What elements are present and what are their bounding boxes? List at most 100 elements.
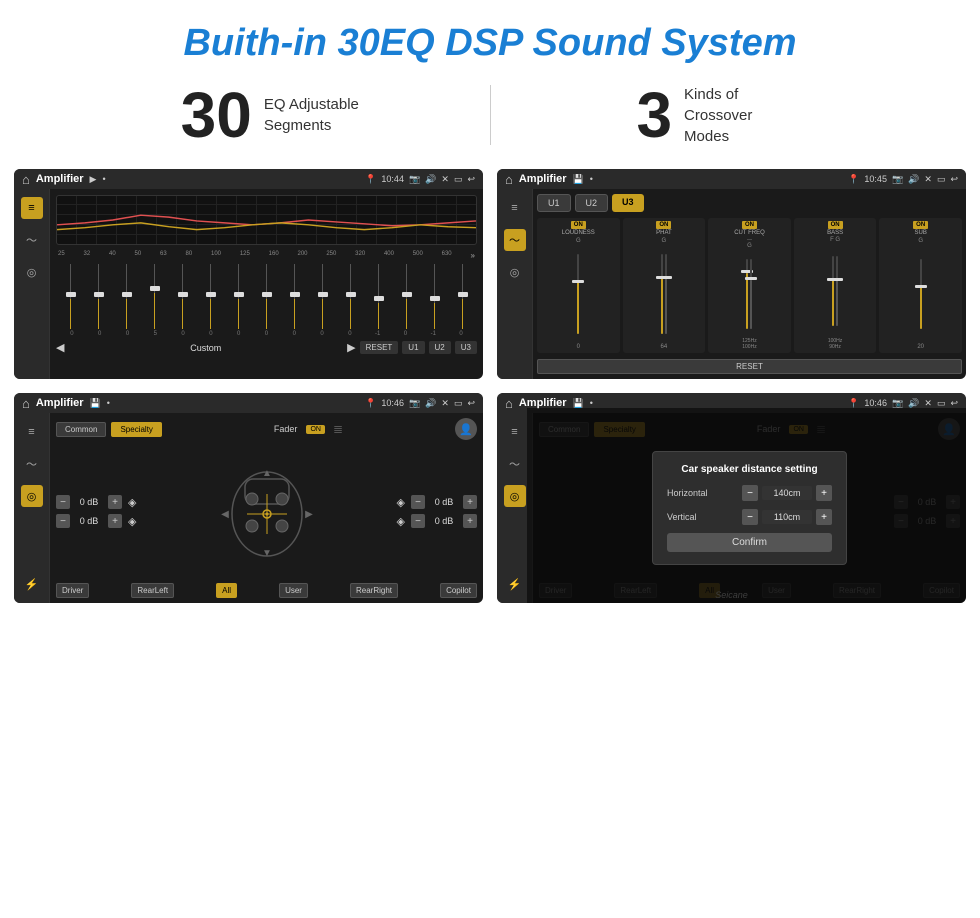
fr-minus[interactable]: − xyxy=(411,495,425,509)
close-icon-1[interactable]: ✕ xyxy=(441,174,449,185)
rl-db-value: 0 dB xyxy=(73,516,105,526)
eq-side-icon-2[interactable]: ≡ xyxy=(504,197,526,219)
camera-icon-3: 📷 xyxy=(409,398,420,409)
eq-slider-4[interactable] xyxy=(170,264,195,329)
wave-side-icon[interactable]: 〜 xyxy=(21,229,43,251)
wave-side-icon-3[interactable]: 〜 xyxy=(21,453,43,475)
bt-side-icon-3[interactable]: ⚡ xyxy=(21,573,43,595)
user-btn[interactable]: User xyxy=(279,583,308,598)
home-icon-1[interactable]: ⌂ xyxy=(22,172,30,187)
eq-slider-8[interactable] xyxy=(282,264,307,329)
rl-plus[interactable]: + xyxy=(108,514,122,528)
vertical-plus[interactable]: + xyxy=(816,509,832,525)
wave-side-icon-4[interactable]: 〜 xyxy=(504,453,526,475)
speaker-side-icon[interactable]: ◎ xyxy=(21,261,43,283)
u2-preset-btn[interactable]: U2 xyxy=(575,194,609,212)
close-icon-2[interactable]: ✕ xyxy=(924,174,932,185)
fl-minus[interactable]: − xyxy=(56,495,70,509)
driver-btn[interactable]: Driver xyxy=(56,583,89,598)
eq-mode-label: Custom xyxy=(68,343,343,353)
u1-btn[interactable]: U1 xyxy=(402,341,424,354)
crossover-reset-btn[interactable]: RESET xyxy=(537,359,962,374)
eq-slider-5[interactable] xyxy=(198,264,223,329)
screen-eq: ⌂ Amplifier ▶ • 📍 10:44 📷 🔊 ✕ ▭ ↩ ≡ 〜 ◎ xyxy=(14,169,483,379)
vertical-minus[interactable]: − xyxy=(742,509,758,525)
eq-slider-9[interactable] xyxy=(310,264,335,329)
back-icon-1[interactable]: ↩ xyxy=(467,174,475,185)
eq-slider-0[interactable] xyxy=(58,264,83,329)
home-icon-2[interactable]: ⌂ xyxy=(505,172,513,187)
eq-slider-7[interactable] xyxy=(254,264,279,329)
window-icon-1[interactable]: ▭ xyxy=(454,174,463,185)
window-icon-4[interactable]: ▭ xyxy=(937,398,946,409)
eq-next-btn[interactable]: ▶ xyxy=(347,341,355,354)
eq-slider-3[interactable] xyxy=(142,264,167,329)
eq-slider-1[interactable] xyxy=(86,264,111,329)
eq-side-icon-3[interactable]: ≡ xyxy=(21,421,43,443)
u3-preset-btn[interactable]: U3 xyxy=(612,194,644,212)
back-icon-4[interactable]: ↩ xyxy=(950,398,958,409)
eq-side-icon-4[interactable]: ≡ xyxy=(504,421,526,443)
rr-speaker-icon: ◈ xyxy=(397,515,405,528)
rear-left-btn[interactable]: RearLeft xyxy=(131,583,174,598)
wave-side-icon-2[interactable]: 〜 xyxy=(504,229,526,251)
back-icon-2[interactable]: ↩ xyxy=(950,174,958,185)
fr-db-value: 0 dB xyxy=(428,497,460,507)
eq-slider-12[interactable] xyxy=(394,264,419,329)
common-btn[interactable]: Common xyxy=(56,422,106,437)
eq-slider-10[interactable] xyxy=(338,264,363,329)
horizontal-row: Horizontal − 140cm + xyxy=(667,485,832,501)
volume-icon-3: 🔊 xyxy=(425,398,436,409)
copilot-btn[interactable]: Copilot xyxy=(440,583,477,598)
fl-plus[interactable]: + xyxy=(108,495,122,509)
u3-btn[interactable]: U3 xyxy=(455,341,477,354)
screen-distance: ⌂ Amplifier 💾 • 📍 10:46 📷 🔊 ✕ ▭ ↩ ≡ 〜 ◎ … xyxy=(497,393,966,603)
speaker-side-icon-3[interactable]: ◎ xyxy=(21,485,43,507)
screens-grid: ⌂ Amplifier ▶ • 📍 10:44 📷 🔊 ✕ ▭ ↩ ≡ 〜 ◎ xyxy=(0,169,980,603)
status-bar-3: ⌂ Amplifier 💾 • 📍 10:46 📷 🔊 ✕ ▭ ↩ xyxy=(14,393,483,413)
u1-preset-btn[interactable]: U1 xyxy=(537,194,571,212)
car-diagram: ▲ ▼ ◀ ▶ xyxy=(145,445,387,578)
svg-text:▼: ▼ xyxy=(262,548,272,559)
rr-minus[interactable]: − xyxy=(411,514,425,528)
side-panel-1: ≡ 〜 ◎ xyxy=(14,189,50,379)
eq-side-icon[interactable]: ≡ xyxy=(21,197,43,219)
window-icon-2[interactable]: ▭ xyxy=(937,174,946,185)
back-icon-3[interactable]: ↩ xyxy=(467,398,475,409)
ch-cutfreq: ON CUT FREQ — G xyxy=(708,218,791,353)
rear-right-btn[interactable]: RearRight xyxy=(350,583,398,598)
eq-slider-13[interactable] xyxy=(422,264,447,329)
save-icon-4: 💾 xyxy=(573,398,584,409)
eq-slider-11[interactable] xyxy=(366,264,391,329)
ch-phat: ON PHAT G xyxy=(623,218,706,353)
horizontal-minus[interactable]: − xyxy=(742,485,758,501)
eq-slider-2[interactable] xyxy=(114,264,139,329)
dot-icon-3: • xyxy=(107,398,110,408)
reset-btn[interactable]: RESET xyxy=(360,341,399,354)
window-icon-3[interactable]: ▭ xyxy=(454,398,463,409)
speaker-side-icon-2[interactable]: ◎ xyxy=(504,261,526,283)
eq-slider-6[interactable] xyxy=(226,264,251,329)
confirm-button[interactable]: Confirm xyxy=(667,533,832,552)
stats-row: 30 EQ Adjustable Segments 3 Kinds of Cro… xyxy=(0,83,980,147)
rl-minus[interactable]: − xyxy=(56,514,70,528)
status-bar-1: ⌂ Amplifier ▶ • 📍 10:44 📷 🔊 ✕ ▭ ↩ xyxy=(14,169,483,189)
all-btn[interactable]: All xyxy=(216,583,237,598)
fr-plus[interactable]: + xyxy=(463,495,477,509)
home-icon-4[interactable]: ⌂ xyxy=(505,396,513,411)
home-icon-3[interactable]: ⌂ xyxy=(22,396,30,411)
u2-btn[interactable]: U2 xyxy=(429,341,451,354)
rr-plus[interactable]: + xyxy=(463,514,477,528)
speaker-side-icon-4[interactable]: ◎ xyxy=(504,485,526,507)
close-icon-3[interactable]: ✕ xyxy=(441,398,449,409)
eq-slider-14[interactable] xyxy=(450,264,475,329)
bt-side-icon-4[interactable]: ⚡ xyxy=(504,573,526,595)
vertical-row: Vertical − 110cm + xyxy=(667,509,832,525)
play-icon-1[interactable]: ▶ xyxy=(90,174,97,185)
specialty-btn[interactable]: Specialty xyxy=(111,422,161,437)
distance-dialog-overlay: Car speaker distance setting Horizontal … xyxy=(527,408,966,603)
eq-prev-btn[interactable]: ◀ xyxy=(56,341,64,354)
close-icon-4[interactable]: ✕ xyxy=(924,398,932,409)
status-bar-2: ⌂ Amplifier 💾 • 📍 10:45 📷 🔊 ✕ ▭ ↩ xyxy=(497,169,966,189)
horizontal-plus[interactable]: + xyxy=(816,485,832,501)
